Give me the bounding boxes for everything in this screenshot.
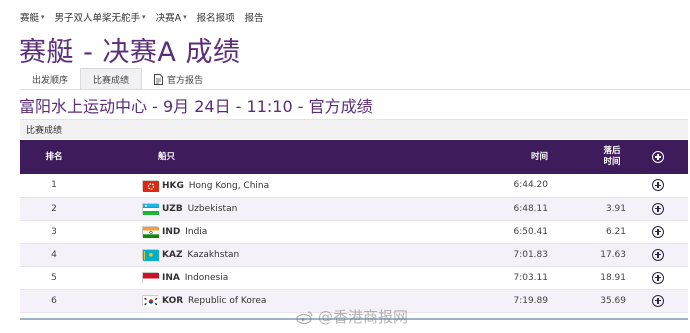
nav-item-phase[interactable]: 决赛A ▾: [156, 10, 187, 24]
flag-uzb-icon: [142, 203, 159, 215]
plus-circle-icon[interactable]: [652, 294, 664, 307]
venue-info: 富阳水上运动中心 - 9月 24日 - 11:10 - 官方成绩: [19, 97, 373, 116]
tab-label: 官方报告: [167, 75, 204, 86]
table-row[interactable]: 2 UZB Uzbekistan 6:48.11 3.91: [20, 197, 688, 221]
rank-cell: 5: [20, 266, 88, 290]
caret-down-icon: ▾: [183, 13, 187, 21]
nav-item-event[interactable]: 男子双人单桨无舵手 ▾: [55, 10, 146, 24]
boat-cell: INA Indonesia: [88, 266, 428, 290]
section-header: 比赛成绩: [20, 119, 688, 139]
caret-down-icon: ▾: [142, 13, 146, 21]
rank-cell: 2: [20, 197, 88, 221]
flag-hkg-icon: [142, 179, 159, 192]
time-cell: 7:01.83: [428, 243, 558, 267]
top-navigation: 赛艇 ▾ 男子双人单桨无舵手 ▾ 决赛A ▾ 报名报项 报告: [20, 8, 274, 26]
results-table: 排名 船只 时间 落后 时间 1 HKG Hong Kong, China 6:44…: [20, 140, 688, 313]
country-code: HKG: [162, 180, 184, 191]
header-gap[interactable]: 落后 时间: [558, 140, 628, 174]
watermark: @香港商报网: [296, 306, 408, 327]
nav-item-label: 决赛A: [155, 13, 182, 24]
header-boat[interactable]: 船只: [88, 140, 428, 174]
gap-cell: 6.21: [558, 220, 628, 244]
document-icon: [154, 73, 164, 85]
country-code: KAZ: [162, 250, 183, 260]
nav-item-sport[interactable]: 赛艇 ▾: [20, 10, 45, 24]
weibo-icon: [296, 310, 313, 324]
gap-cell: 3.91: [558, 197, 628, 221]
page-title: 赛艇 - 决赛A 成绩: [19, 37, 241, 68]
country-name: Republic of Korea: [188, 296, 267, 306]
header-rank[interactable]: 排名: [20, 140, 88, 174]
boat-cell: KAZ Kazakhstan: [88, 243, 428, 267]
flag-ina-icon: [142, 272, 159, 284]
time-cell: 6:44.20: [428, 174, 558, 198]
plus-circle-icon[interactable]: [652, 271, 664, 284]
expand-cell: [628, 220, 688, 244]
tab-official-report[interactable]: 官方报告: [142, 68, 215, 90]
rank-cell: 3: [20, 220, 88, 244]
expand-cell: [628, 197, 688, 221]
tab-start-list[interactable]: 出发顺序: [20, 68, 80, 90]
expand-cell: [628, 266, 688, 290]
tab-results[interactable]: 比赛成绩: [80, 68, 143, 90]
gap-cell: 17.63: [558, 243, 628, 267]
nav-item-label: 报告: [244, 13, 264, 24]
boat-cell: IND India: [88, 220, 428, 244]
country-name: Hong Kong, China: [188, 180, 270, 191]
time-cell: 7:03.11: [428, 266, 558, 290]
table-row[interactable]: 3 IND India 6:50.41 6.21: [20, 220, 688, 244]
boat-cell: HKG Hong Kong, China: [88, 174, 428, 198]
header-gap-label: 落后 时间: [603, 146, 621, 167]
gap-cell: 18.91: [558, 266, 628, 290]
gap-cell: 35.69: [558, 289, 628, 313]
table-row[interactable]: 5 INA Indonesia 7:03.11 18.91: [20, 266, 688, 290]
country-name: Uzbekistan: [187, 204, 238, 214]
expand-cell: [628, 174, 688, 198]
plus-circle-icon[interactable]: [652, 225, 664, 238]
rank-cell: 1: [20, 174, 88, 198]
plus-circle-icon[interactable]: [652, 150, 664, 163]
nav-item-label: 报名报项: [196, 13, 235, 24]
tab-divider: [20, 89, 690, 90]
country-name: Kazakhstan: [187, 250, 240, 260]
flag-kor-icon: [142, 295, 159, 307]
rank-cell: 6: [20, 289, 88, 313]
time-cell: 6:50.41: [428, 220, 558, 244]
tab-label: 出发顺序: [32, 75, 69, 86]
nav-item-entries[interactable]: 报名报项: [197, 10, 235, 24]
flag-kaz-icon: [142, 249, 159, 261]
flag-ind-icon: [142, 226, 159, 238]
expand-cell: [628, 243, 688, 267]
plus-circle-icon[interactable]: [652, 179, 664, 192]
country-code: KOR: [162, 296, 184, 306]
country-name: Indonesia: [184, 273, 229, 283]
country-name: India: [185, 227, 208, 237]
tab-label: 比赛成绩: [93, 76, 130, 86]
table-header-row: 排名 船只 时间 落后 时间: [20, 140, 688, 174]
header-time[interactable]: 时间: [428, 140, 558, 174]
tab-bar: 出发顺序 比赛成绩 官方报告: [20, 68, 215, 90]
time-cell: 7:19.89: [428, 289, 558, 313]
table-row[interactable]: 1 HKG Hong Kong, China 6:44.20: [20, 174, 688, 198]
country-code: IND: [162, 227, 181, 237]
country-code: INA: [162, 273, 180, 283]
section-title: 比赛成绩: [26, 126, 63, 136]
nav-item-label: 赛艇: [20, 13, 40, 24]
boat-cell: UZB Uzbekistan: [88, 197, 428, 221]
caret-down-icon: ▾: [41, 13, 45, 21]
nav-item-label: 男子双人单桨无舵手: [54, 13, 141, 24]
expand-cell: [628, 289, 688, 313]
time-cell: 6:48.11: [428, 197, 558, 221]
gap-cell: [558, 174, 628, 198]
plus-circle-icon[interactable]: [652, 248, 664, 261]
watermark-text: @香港商报网: [318, 308, 409, 326]
table-row[interactable]: 4 KAZ Kazakhstan 7:01.83 17.63: [20, 243, 688, 267]
country-code: UZB: [162, 204, 183, 214]
nav-item-reports[interactable]: 报告: [245, 10, 264, 24]
rank-cell: 4: [20, 243, 88, 267]
plus-circle-icon[interactable]: [652, 202, 664, 215]
header-expand-all[interactable]: [628, 140, 688, 174]
